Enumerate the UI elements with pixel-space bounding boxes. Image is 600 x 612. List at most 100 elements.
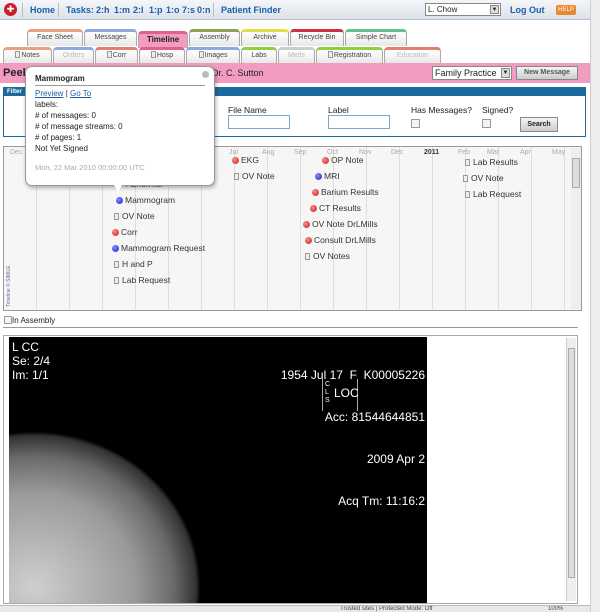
- subtab-label: Registration: [333, 52, 372, 59]
- timeline-event[interactable]: Mammogram: [116, 195, 175, 205]
- label-input[interactable]: [328, 115, 390, 129]
- popup-date: Mon, 22 Mar 2010 00:00:00 UTC: [35, 163, 145, 172]
- page-scrollbar[interactable]: [590, 0, 600, 612]
- timeline-event[interactable]: CT Results: [310, 203, 361, 213]
- user-select[interactable]: L. Chow ▼: [425, 3, 501, 16]
- timeline-event[interactable]: Consult DrLMills: [305, 235, 376, 245]
- tab-archive[interactable]: Archive: [241, 29, 289, 46]
- orient-s: S: [325, 397, 330, 404]
- timeline-event[interactable]: OV Note: [234, 171, 275, 181]
- subtab-label: Labs: [251, 52, 267, 59]
- subtab-label: Meds: [287, 52, 306, 59]
- task-p[interactable]: 1:p: [149, 5, 163, 15]
- close-icon[interactable]: [202, 71, 209, 78]
- has-messages-checkbox[interactable]: [411, 119, 420, 128]
- blue-dot-icon: [116, 197, 123, 204]
- subtab-notes[interactable]: Notes: [3, 47, 52, 63]
- timeline-gridline: [498, 147, 499, 310]
- orient-l: L: [325, 389, 329, 396]
- document-icon: [198, 51, 204, 58]
- subtab-registration[interactable]: Registration: [316, 47, 383, 63]
- task-m[interactable]: 1:m: [114, 5, 130, 15]
- zoom-level[interactable]: 100%: [548, 606, 563, 612]
- help-button[interactable]: HELP: [556, 5, 576, 15]
- timeline-event[interactable]: OV Note: [463, 173, 504, 183]
- timeline-event[interactable]: Mammogram Request: [112, 243, 205, 253]
- event-label: Lab Request: [473, 189, 522, 199]
- file-name-input[interactable]: [228, 115, 290, 129]
- subtab-label: Notes: [21, 52, 40, 59]
- timeline-gridline: [300, 147, 301, 310]
- timeline-event[interactable]: Lab Request: [465, 189, 521, 199]
- document-icon: [327, 51, 333, 58]
- popup-streams: # of message streams: 0: [35, 122, 123, 131]
- preview-link[interactable]: Preview: [35, 89, 63, 98]
- month-label: 2011: [424, 149, 440, 156]
- tab-timeline[interactable]: Timeline: [138, 31, 188, 48]
- mammogram-image[interactable]: L CC Se: 2/4 Im: 1/1 1954 Jul 17 F K0000…: [9, 337, 427, 603]
- orientation-marker: CLS LOC: [322, 379, 359, 411]
- practice-select-value: Family Practice: [435, 68, 497, 78]
- timeline-event[interactable]: MRI: [315, 171, 340, 181]
- logout-link[interactable]: Log Out: [510, 5, 545, 15]
- subtab-hosp[interactable]: Hosp: [139, 47, 185, 63]
- image-scrollbar[interactable]: [566, 338, 576, 601]
- search-button[interactable]: Search: [520, 117, 558, 132]
- timeline-gridline: [564, 147, 565, 310]
- timeline-event[interactable]: OV Notes: [305, 251, 350, 261]
- top-nav-bar: ✚ Home Tasks: 2:h 1:m 2:l 1:p 1:o 7:s 0:…: [0, 0, 590, 20]
- task-n[interactable]: 0:n: [197, 5, 211, 15]
- timeline-event[interactable]: Lab Results: [465, 157, 518, 167]
- event-label: Lab Results: [473, 157, 518, 167]
- practice-select[interactable]: Family Practice ▼: [432, 66, 512, 80]
- event-label: OP Note: [331, 155, 364, 165]
- month-label: May: [552, 149, 566, 156]
- subtab-labs[interactable]: Labs: [241, 47, 277, 63]
- tab-face-sheet[interactable]: Face Sheet: [27, 29, 83, 46]
- subtab-label: Orders: [62, 52, 85, 59]
- in-assembly-checkbox[interactable]: [4, 316, 12, 324]
- timeline-event[interactable]: H and P: [114, 259, 153, 269]
- task-o[interactable]: 1:o: [166, 5, 180, 15]
- tab-assembly[interactable]: Assembly: [189, 29, 240, 46]
- series-label: Se: 2/4: [12, 354, 51, 368]
- timeline-scrollbar[interactable]: [571, 148, 581, 309]
- subtab-meds[interactable]: Meds: [278, 47, 315, 63]
- popup-title: Mammogram: [35, 73, 205, 86]
- timeline-event[interactable]: OP Note: [322, 155, 363, 165]
- tab-recycle-bin[interactable]: Recycle Bin: [290, 29, 344, 46]
- new-message-button[interactable]: New Message: [516, 66, 578, 80]
- blue-dot-icon: [112, 245, 119, 252]
- task-s[interactable]: 7:s: [182, 5, 195, 15]
- timeline-event[interactable]: Lab Request: [114, 275, 170, 285]
- event-label: Lab Request: [122, 275, 171, 285]
- subtab-label: Education: [396, 52, 429, 59]
- goto-link[interactable]: Go To: [70, 89, 91, 98]
- document-icon: [305, 253, 310, 260]
- accession-number: Acc: 81544644851: [324, 410, 425, 424]
- timeline-event[interactable]: Barium Results: [312, 187, 379, 197]
- patient-finder-link[interactable]: Patient Finder: [221, 5, 281, 15]
- subtab-education[interactable]: Education: [384, 47, 441, 63]
- timeline-event[interactable]: Corr: [112, 227, 138, 237]
- home-link[interactable]: Home: [30, 5, 55, 15]
- timeline-event[interactable]: OV Note: [114, 211, 155, 221]
- tab-messages[interactable]: Messages: [84, 29, 137, 46]
- chevron-down-icon: ▼: [501, 68, 510, 78]
- tab-simple-chart[interactable]: Simple Chart: [345, 29, 407, 46]
- subtab-orders[interactable]: Orders: [53, 47, 94, 63]
- timeline-event[interactable]: EKG: [232, 155, 259, 165]
- blue-dot-icon: [315, 173, 322, 180]
- task-h[interactable]: 2:h: [96, 5, 110, 15]
- subtab-corr[interactable]: Corr: [95, 47, 138, 63]
- month-label: Aug: [262, 149, 275, 156]
- month-label: Feb: [458, 149, 471, 156]
- timeline-event[interactable]: OV Note DrLMills: [303, 219, 378, 229]
- event-label: OV Notes: [313, 251, 350, 261]
- signed-checkbox[interactable]: [482, 119, 491, 128]
- task-l[interactable]: 2:l: [133, 5, 144, 15]
- timeline-gridline: [465, 147, 466, 310]
- provider-name: Dr. C. Sutton: [212, 68, 264, 78]
- subtab-images[interactable]: Images: [186, 47, 240, 63]
- event-popup: Mammogram Preview | Go To labels: # of m…: [25, 66, 215, 193]
